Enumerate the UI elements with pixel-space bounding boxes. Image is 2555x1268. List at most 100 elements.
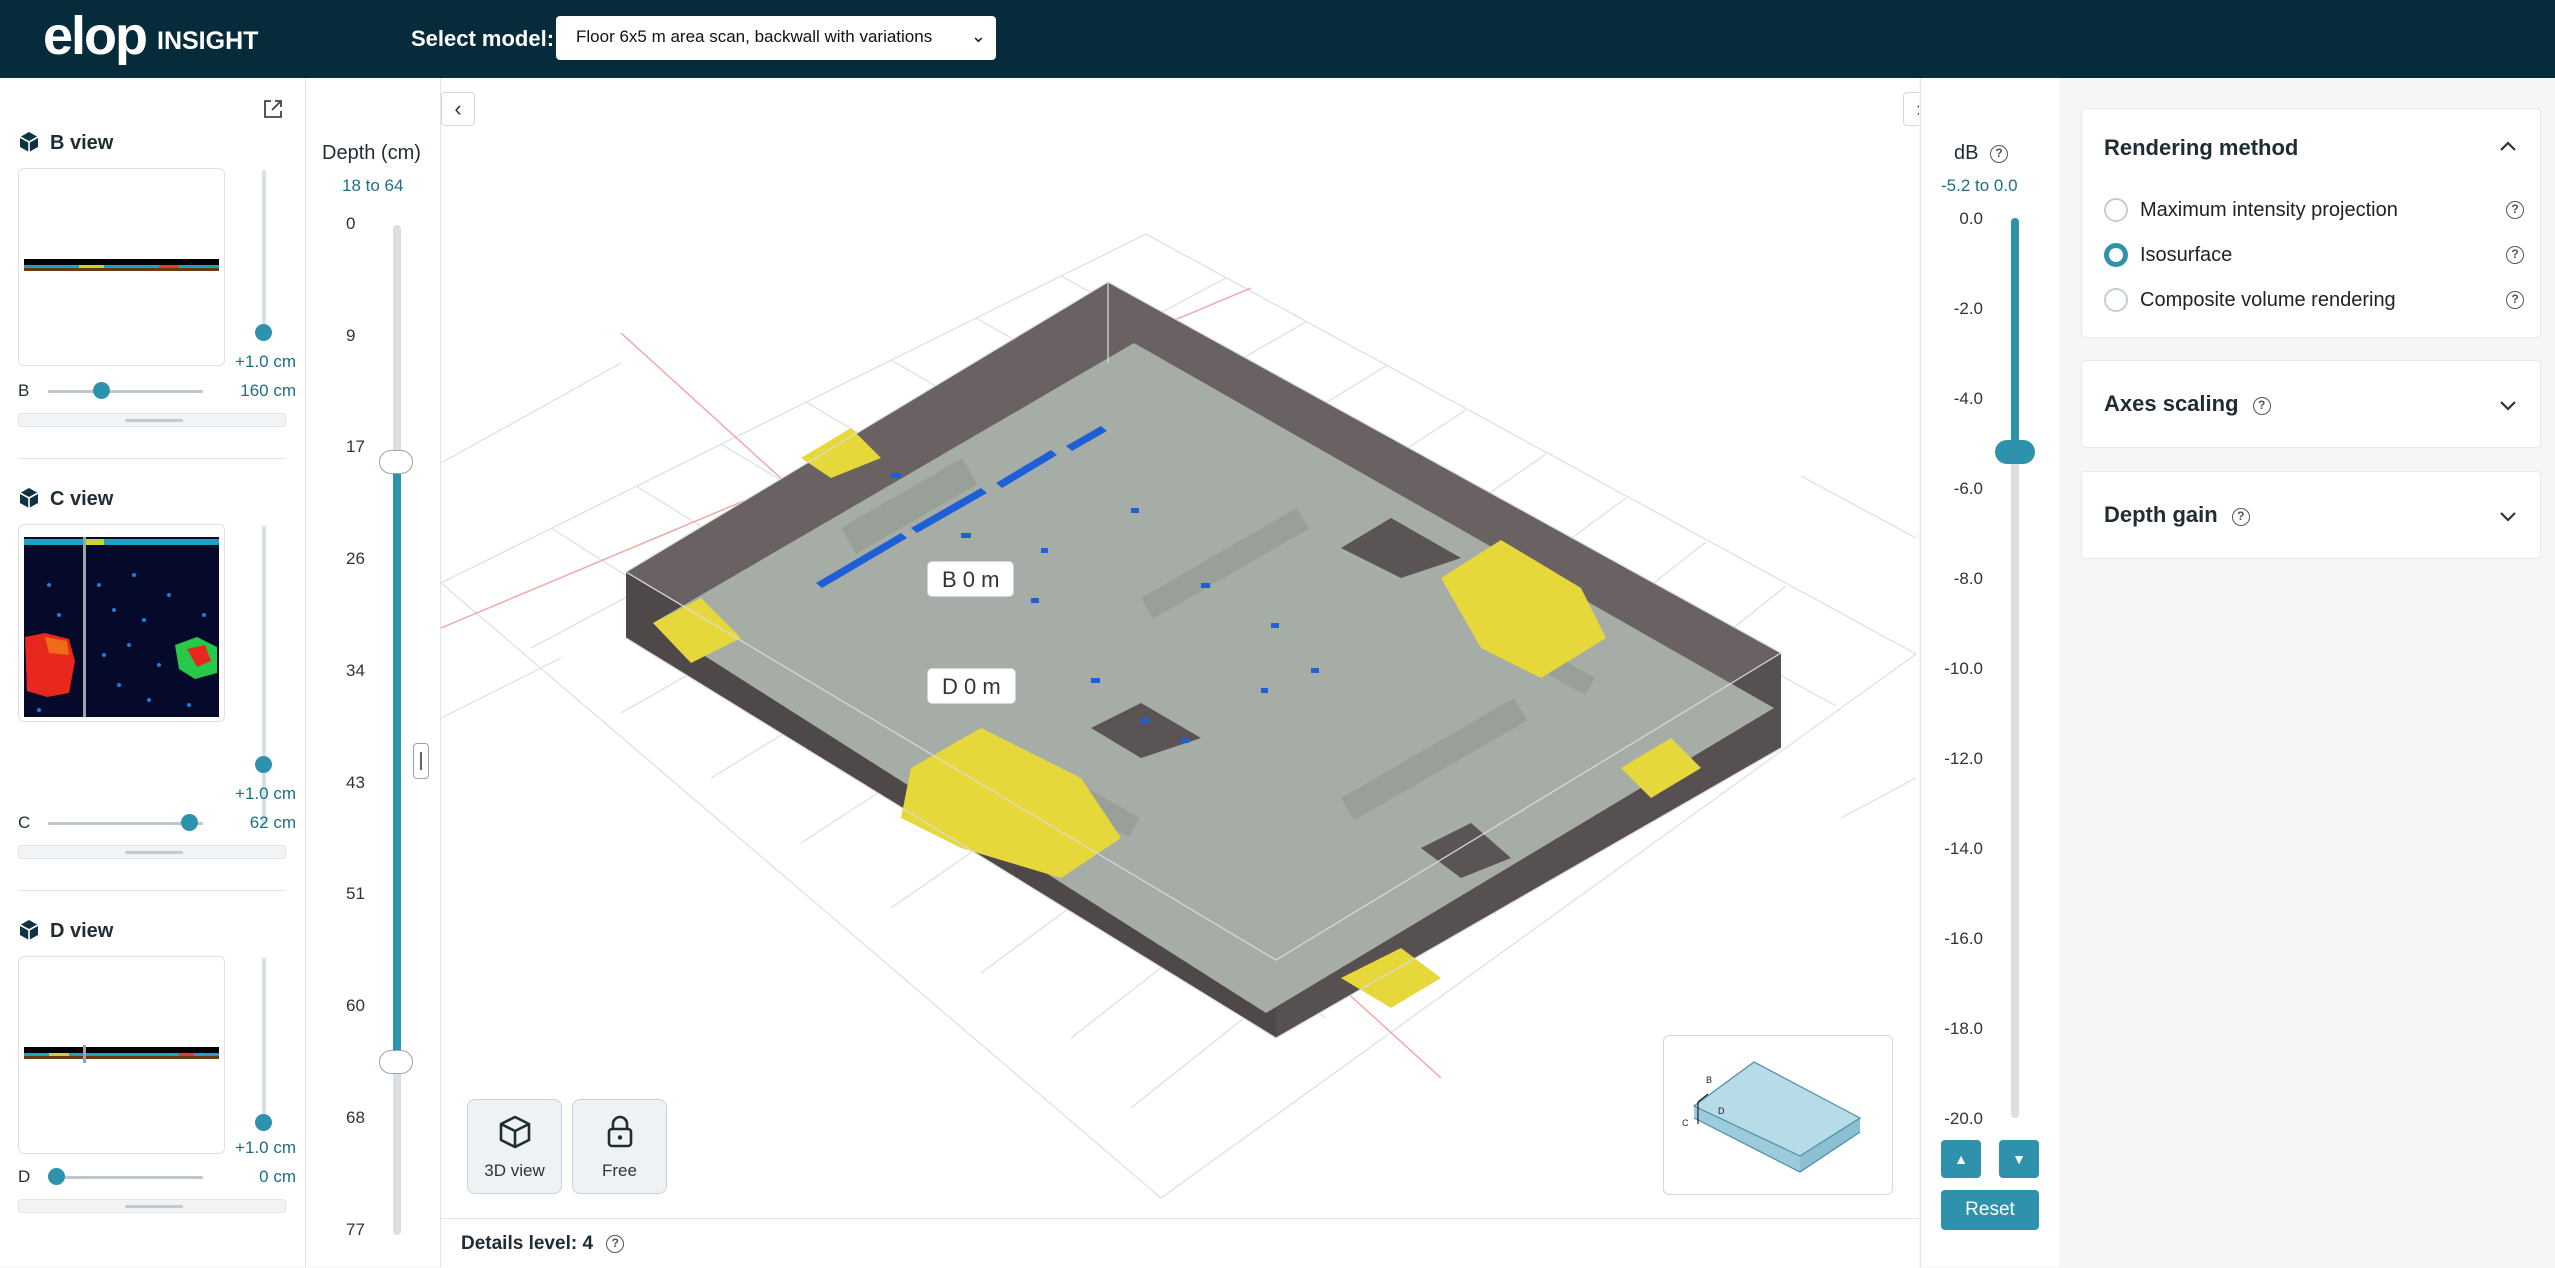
gizmo-label-d: D (1718, 1106, 1725, 1116)
c-view-image[interactable] (18, 524, 225, 722)
db-step-up-button[interactable]: ▲ (1941, 1140, 1981, 1178)
chevron-up-icon[interactable] (2498, 137, 2518, 157)
c-view-title: C view (18, 487, 113, 511)
b-position-slider-thumb[interactable] (93, 382, 110, 399)
c-view-scrollbar[interactable] (18, 845, 286, 859)
b-axis-letter: B (18, 381, 30, 400)
c-offset-slider-track[interactable] (262, 526, 266, 826)
axes-scaling-title: Axes scaling ? (2104, 391, 2271, 417)
c-position-slider-track[interactable] (48, 822, 203, 825)
help-icon[interactable]: ? (1990, 145, 2009, 163)
c-position-slider-thumb[interactable] (181, 814, 198, 831)
popout-icon[interactable] (262, 98, 284, 120)
depth-slider-selection (393, 462, 401, 1062)
lock-icon (607, 1115, 632, 1148)
depth-tick: 51 (346, 884, 365, 903)
d-view-image[interactable] (18, 956, 225, 1154)
divider (18, 890, 286, 891)
collapse-left-button[interactable]: ‹ (441, 92, 475, 126)
model-select-label: Select model: (411, 26, 555, 51)
depth-tick: 9 (346, 326, 356, 345)
depth-gain-card[interactable]: Depth gain ? (2081, 471, 2541, 559)
3d-viewport[interactable]: ‹ › B 0 m D 0 m 3D view Free B C D (441, 78, 1919, 1218)
db-tick: 0.0 (1959, 209, 1983, 228)
panel-resize-handle[interactable] (413, 743, 429, 779)
d-view-title: D view (18, 919, 113, 943)
free-camera-label: Free (602, 1161, 637, 1180)
cube-icon (19, 132, 39, 152)
d-position-value: 0 cm (259, 1167, 296, 1186)
chevron-down-icon: ⌄ (970, 26, 986, 46)
depth-tick: 77 (346, 1220, 365, 1239)
b-offset-slider-track[interactable] (262, 170, 266, 340)
app-header: elop INSIGHT Select model: Floor 6x5 m a… (0, 0, 2555, 78)
radio-button[interactable] (2104, 198, 2128, 222)
help-icon[interactable]: ? (2231, 508, 2250, 526)
radio-button[interactable] (2104, 288, 2128, 312)
depth-max-handle[interactable] (379, 1050, 413, 1074)
details-bar: Details level: 4 ? (441, 1218, 1919, 1268)
model-select-value: Floor 6x5 m area scan, backwall with var… (576, 27, 933, 46)
depth-tick: 0 (346, 214, 356, 233)
db-tick: -20.0 (1944, 1109, 1983, 1128)
axes-scaling-card[interactable]: Axes scaling ? (2081, 360, 2541, 448)
d-view-scrollbar[interactable] (18, 1199, 286, 1213)
c-position-value: 62 cm (249, 813, 296, 832)
gizmo-label-b: B (1706, 1075, 1712, 1085)
collapse-right-button[interactable]: › (1903, 92, 1919, 126)
d-position-slider-thumb[interactable] (48, 1168, 65, 1185)
depth-tick: 43 (346, 773, 365, 792)
b-offset-slider-thumb[interactable] (255, 324, 272, 341)
orientation-gizmo: B C D (1663, 1035, 1893, 1195)
db-range-panel: dB ? -5.2 to 0.0 0.0 -2.0 -4.0 -6.0 -8.0… (1920, 78, 2060, 1267)
db-tick: -12.0 (1944, 749, 1983, 768)
details-level: Details level: 4 ? (461, 1233, 625, 1255)
slice-views-panel: B view +1.0 cm B 160 cm C view +1.0 cm C… (0, 78, 306, 1267)
b-view-scrollbar[interactable] (18, 413, 286, 427)
depth-title: Depth (cm) (322, 142, 421, 164)
depth-tick: 26 (346, 549, 365, 568)
d-axis-letter: D (18, 1167, 31, 1186)
help-icon[interactable]: ? (606, 1235, 625, 1253)
rendering-method-title: Rendering method (2104, 135, 2299, 160)
depth-tick: 17 (346, 437, 365, 456)
db-tick: -4.0 (1953, 389, 1983, 408)
radio-isosurface[interactable]: Isosurface ? (2104, 240, 2524, 270)
depth-tick: 68 (346, 1108, 365, 1127)
b-position-value: 160 cm (240, 381, 296, 400)
chevron-down-icon[interactable] (2498, 395, 2518, 415)
help-icon[interactable]: ? (2506, 201, 2524, 219)
db-tick: -18.0 (1944, 1019, 1983, 1038)
db-step-down-button[interactable]: ▼ (1999, 1140, 2039, 1178)
d-offset-slider-track[interactable] (262, 958, 266, 1128)
db-tick: -16.0 (1944, 929, 1983, 948)
d-offset-slider-thumb[interactable] (255, 1114, 272, 1131)
db-title: dB ? (1954, 142, 2009, 165)
d-offset-value: +1.0 cm (235, 1138, 296, 1157)
help-icon[interactable]: ? (2506, 246, 2524, 264)
radio-button-selected[interactable] (2104, 243, 2128, 267)
db-slider-handle[interactable] (1995, 440, 2035, 464)
chevron-down-icon[interactable] (2498, 506, 2518, 526)
axis-label-b: B 0 m (927, 561, 1015, 597)
d-position-slider-track[interactable] (48, 1176, 203, 1179)
radio-maximum-intensity-projection[interactable]: Maximum intensity projection ? (2104, 195, 2524, 225)
help-icon[interactable]: ? (2252, 397, 2271, 415)
db-tick: -2.0 (1953, 299, 1983, 318)
depth-min-handle[interactable] (379, 450, 413, 474)
b-offset-value: +1.0 cm (235, 352, 296, 371)
db-range-value: -5.2 to 0.0 (1941, 176, 2018, 195)
b-position-slider-track[interactable] (48, 390, 203, 393)
c-offset-value: +1.0 cm (235, 784, 296, 803)
model-select[interactable]: Floor 6x5 m area scan, backwall with var… (556, 16, 996, 60)
reset-button[interactable]: Reset (1941, 1190, 2039, 1230)
gizmo-label-c: C (1682, 1118, 1689, 1128)
3d-view-button[interactable]: 3D view (467, 1099, 562, 1194)
cube-icon (19, 920, 39, 940)
cube-icon (19, 488, 39, 508)
radio-composite-volume-rendering[interactable]: Composite volume rendering ? (2104, 285, 2524, 315)
b-view-image[interactable] (18, 168, 225, 366)
free-camera-button[interactable]: Free (572, 1099, 667, 1194)
help-icon[interactable]: ? (2506, 291, 2524, 309)
c-offset-slider-thumb[interactable] (255, 756, 272, 773)
